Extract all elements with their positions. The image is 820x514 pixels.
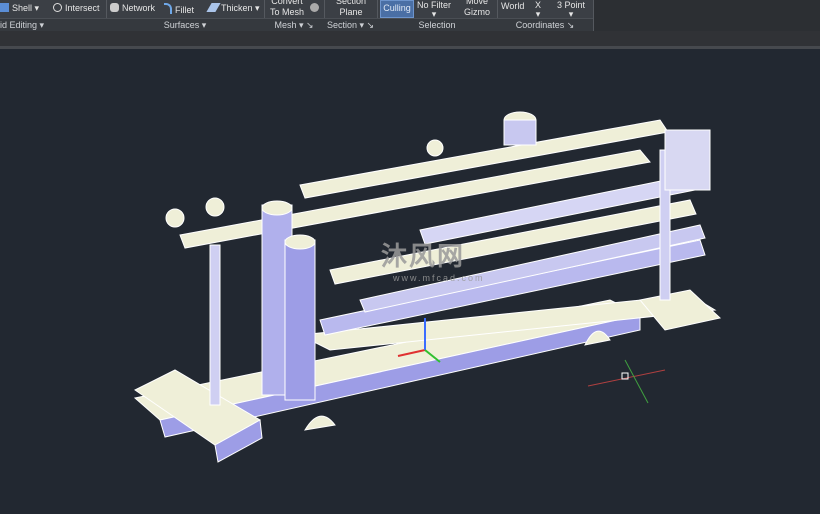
flange (205, 197, 225, 217)
intersect-label: Intersect (65, 3, 100, 13)
watermark-url: www.mfcad.com (393, 273, 485, 283)
ribbon-empty-area (594, 0, 820, 31)
world-ucs-dropdown[interactable]: World (501, 1, 524, 11)
no-filter-label: No Filter (417, 0, 452, 10)
x-label: X (535, 0, 542, 10)
intersect-button[interactable]: Intersect (53, 3, 100, 13)
panel-title: Surfaces (163, 20, 200, 30)
tank (503, 119, 537, 146)
intersect-icon (53, 3, 62, 12)
x-ucs-button[interactable]: X ▾ (535, 1, 541, 19)
panel-section: Section Plane Section ▾ ↘ (324, 0, 378, 32)
network-label: Network (122, 3, 156, 13)
culling-label: Culling (383, 3, 411, 13)
control-box (664, 129, 711, 191)
no-filter-dropdown[interactable]: No Filter ▾ (417, 1, 451, 19)
pump-motor-top (261, 200, 293, 216)
lifting-lug (304, 415, 336, 431)
crosshair-cursor (587, 359, 666, 404)
three-point-ucs-button[interactable]: 3 Point ▾ (557, 1, 585, 19)
panel-label-mesh[interactable]: Mesh ▾ ↘ (264, 18, 324, 32)
shell-label: Shell (12, 3, 33, 13)
panel-label-selection: Selection (377, 18, 497, 32)
section-plane-button[interactable]: Section Plane (332, 0, 370, 18)
pump-motor-top (284, 234, 316, 250)
panel-label-coordinates[interactable]: Coordinates ↘ (497, 18, 593, 32)
shell-button[interactable]: Shell ▾ (0, 3, 39, 14)
panel-selection: Culling No Filter ▾ Move Gizmo Selection (377, 0, 498, 32)
network-button[interactable]: Network (110, 3, 155, 13)
fillet-label: Fillet (175, 5, 195, 15)
flange (165, 208, 185, 228)
thicken-icon (206, 3, 221, 12)
vertical-pump-column (284, 239, 316, 401)
panel-mesh: Convert To Mesh Mesh ▾ ↘ (264, 0, 325, 32)
watermark: 沐风网 www.mfcad.com (335, 236, 485, 283)
smooth-mesh-icon[interactable] (310, 3, 319, 12)
watermark-text: 沐风网 (381, 241, 466, 271)
panel-title: Section (326, 20, 357, 30)
frame-post (209, 244, 221, 406)
thicken-label: Thicken (221, 3, 253, 13)
ribbon: Shell ▾ Intersect id Editing ▾ Network F… (0, 0, 820, 32)
network-icon (110, 3, 119, 12)
culling-button[interactable]: Culling (380, 0, 414, 18)
panel-label-section[interactable]: Section ▾ ↘ (324, 18, 377, 32)
panel-surfaces: Network Fillet Thicken ▾ Surfaces ▾ (106, 0, 265, 32)
thicken-button[interactable]: Thicken ▾ (206, 3, 260, 14)
fillet-icon (164, 3, 172, 14)
panel-label-surfaces[interactable]: Surfaces ▾ (106, 18, 264, 32)
fillet-button[interactable]: Fillet (164, 3, 194, 15)
shell-icon (0, 3, 9, 12)
gauge (426, 139, 444, 157)
file-tab-bar (0, 31, 820, 46)
convert-to-mesh-button[interactable]: Convert To Mesh (268, 0, 306, 18)
panel-coordinates: World X ▾ 3 Point ▾ Coordinates ↘ (497, 0, 594, 32)
drawing-viewport[interactable]: 沐风网 www.mfcad.com (0, 49, 820, 514)
panel-label-solid-editing[interactable]: id Editing ▾ (0, 18, 106, 32)
move-gizmo-dropdown[interactable]: Move Gizmo (462, 0, 492, 18)
three-point-label: 3 Point (557, 0, 586, 10)
panel-title: Coordinates (515, 20, 565, 30)
panel-title: id Editing (0, 20, 38, 30)
panel-title: Mesh (274, 20, 297, 30)
panel-solid-editing: Shell ▾ Intersect id Editing ▾ (0, 0, 107, 32)
base-frame-right-end (639, 289, 722, 331)
